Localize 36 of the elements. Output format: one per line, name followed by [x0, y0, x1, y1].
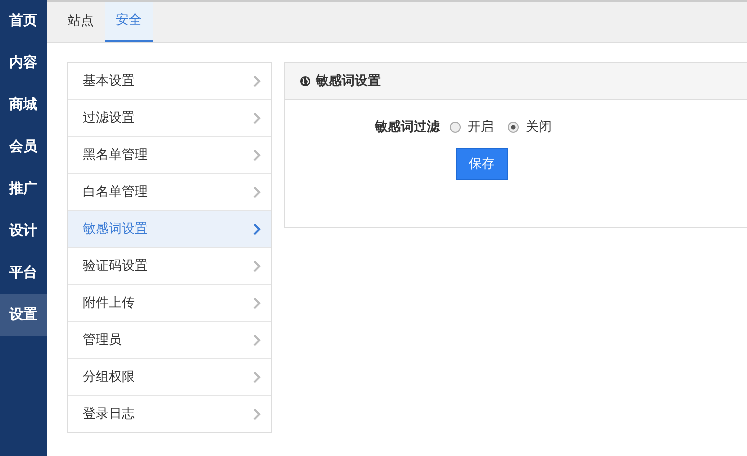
sidebar-item[interactable]: 推广 [0, 168, 47, 210]
sidebar-item[interactable]: 商城 [0, 84, 47, 126]
chevron-right-icon [253, 186, 261, 198]
chevron-right-icon [253, 74, 261, 88]
tab[interactable]: 安全 [105, 2, 153, 42]
save-button[interactable]: 保存 [456, 148, 508, 180]
sidebar-item[interactable]: 平台 [0, 252, 47, 294]
menu-item[interactable]: 基本设置 [68, 63, 271, 100]
menu-item[interactable]: 黑名单管理 [68, 137, 271, 174]
menu-item[interactable]: 过滤设置 [68, 100, 271, 137]
sidebar-item[interactable]: 设置 [0, 294, 47, 336]
chevron-right-icon [253, 222, 261, 236]
chevron-right-icon [253, 148, 261, 162]
sidebar-item[interactable]: 内容 [0, 42, 47, 84]
menu-item[interactable]: 验证码设置 [68, 248, 271, 285]
sidebar-item[interactable]: 设计 [0, 210, 47, 252]
chevron-right-icon [253, 408, 261, 420]
field-label: 敏感词过滤 [375, 119, 440, 136]
chevron-right-icon [253, 260, 261, 272]
tab[interactable]: 站点 [57, 2, 105, 42]
menu-item[interactable]: 登录日志 [68, 396, 271, 432]
radio-button[interactable] [450, 122, 461, 132]
radio-button[interactable] [508, 122, 519, 132]
menu-item[interactable]: 分组权限 [68, 359, 271, 396]
sidebar-item[interactable]: 会员 [0, 126, 47, 168]
chevron-right-icon [253, 334, 261, 346]
radio-label: 开启 [468, 119, 494, 136]
chevron-right-icon [253, 296, 261, 310]
menu-item[interactable]: 敏感词设置 [68, 211, 271, 248]
chevron-right-icon [253, 370, 261, 384]
radio-label: 关闭 [526, 119, 552, 136]
sidebar-item[interactable]: 首页 [0, 0, 47, 42]
panel-title: 敏感词设置 [316, 73, 381, 90]
chevron-right-icon [253, 112, 261, 124]
menu-item[interactable]: 管理员 [68, 322, 271, 359]
menu-item[interactable]: 附件上传 [68, 285, 271, 322]
